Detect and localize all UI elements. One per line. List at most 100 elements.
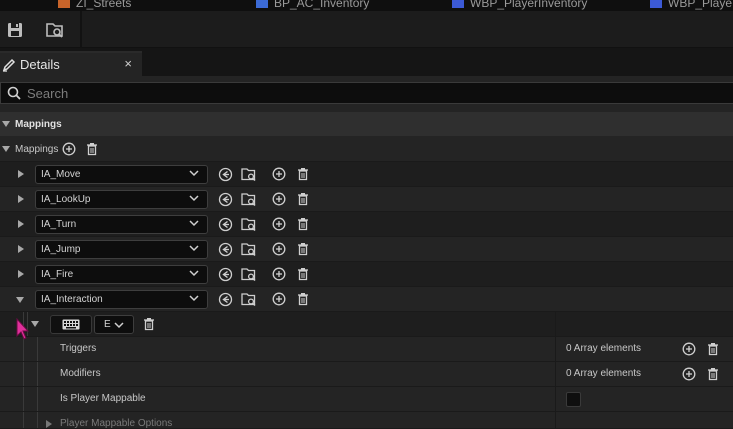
- use-selected-asset-icon[interactable]: [217, 241, 233, 257]
- details-tab[interactable]: Details ×: [0, 51, 142, 76]
- expand-arrow-icon[interactable]: [18, 170, 24, 178]
- use-selected-asset-icon[interactable]: [217, 216, 233, 232]
- key-mapping-row: E: [0, 312, 733, 337]
- browse-asset-icon[interactable]: [241, 266, 257, 282]
- doc-tab-wbp-playe[interactable]: WBP_Playe: [650, 0, 732, 10]
- blueprint-icon: [58, 0, 70, 8]
- add-element-icon[interactable]: [271, 266, 287, 282]
- indent-guide: [23, 362, 24, 386]
- expand-arrow-icon[interactable]: [18, 270, 24, 278]
- pencil-icon: [2, 58, 16, 72]
- chevron-down-icon: [189, 244, 199, 255]
- chevron-down-icon: [114, 322, 124, 329]
- mappings-array-row: Mappings: [0, 137, 733, 162]
- widget-blueprint-icon: [452, 0, 464, 8]
- expand-arrow-icon[interactable]: [18, 220, 24, 228]
- doc-tab-zi-streets[interactable]: ZI_Streets: [58, 0, 131, 10]
- add-element-icon[interactable]: [681, 341, 697, 357]
- doc-tab-bp-ac-inventory[interactable]: BP_AC_Inventory: [256, 0, 369, 10]
- widget-blueprint-icon: [650, 0, 662, 8]
- collapse-arrow-icon[interactable]: [2, 146, 10, 152]
- is-player-mappable-checkbox[interactable]: [566, 392, 581, 407]
- trash-icon[interactable]: [295, 241, 311, 257]
- indent-guide: [23, 412, 24, 428]
- input-action-dropdown[interactable]: IA_Jump: [35, 240, 208, 259]
- indent-guide: [23, 387, 24, 411]
- property-value: 0 Array elements: [566, 343, 642, 354]
- property-label: Is Player Mappable: [60, 393, 146, 404]
- expand-arrow-icon[interactable]: [18, 195, 24, 203]
- input-action-value: IA_Turn: [41, 219, 77, 230]
- panel-tab-bar: Details ×: [0, 48, 733, 76]
- save-button[interactable]: [4, 19, 26, 41]
- use-selected-asset-icon[interactable]: [217, 266, 233, 282]
- value-column-divider: [555, 387, 556, 411]
- toolbar-separator: [80, 11, 82, 48]
- details-tab-label: Details: [20, 57, 60, 72]
- mapping-row: IA_Fire: [0, 262, 733, 287]
- trash-icon[interactable]: [295, 216, 311, 232]
- chevron-down-icon: [189, 269, 199, 280]
- mapping-row: IA_Turn: [0, 212, 733, 237]
- section-header-mappings[interactable]: Mappings: [0, 112, 733, 136]
- indent-guide: [37, 412, 38, 428]
- input-action-dropdown[interactable]: IA_Fire: [35, 265, 208, 284]
- doc-tab-wbp-playerinventory[interactable]: WBP_PlayerInventory: [452, 0, 587, 10]
- trash-icon[interactable]: [295, 166, 311, 182]
- browse-asset-icon[interactable]: [241, 216, 257, 232]
- add-element-icon[interactable]: [271, 166, 287, 182]
- input-action-value: IA_LookUp: [41, 194, 91, 205]
- expand-arrow-icon[interactable]: [18, 245, 24, 253]
- browse-asset-icon[interactable]: [241, 241, 257, 257]
- property-value: 0 Array elements: [566, 368, 642, 379]
- value-column-divider: [555, 312, 556, 336]
- blueprint-icon: [256, 0, 268, 8]
- use-selected-asset-icon[interactable]: [217, 166, 233, 182]
- save-icon: [8, 23, 22, 37]
- browse-asset-icon[interactable]: [241, 166, 257, 182]
- trash-icon[interactable]: [295, 291, 311, 307]
- expand-arrow-icon[interactable]: [46, 420, 52, 428]
- collapse-arrow-icon: [2, 121, 10, 127]
- chevron-down-icon: [189, 294, 199, 305]
- search-icon: [7, 86, 21, 100]
- add-element-icon[interactable]: [271, 291, 287, 307]
- key-dropdown[interactable]: E: [94, 315, 134, 334]
- use-selected-asset-icon[interactable]: [217, 291, 233, 307]
- add-element-icon[interactable]: [681, 366, 697, 382]
- trash-icon[interactable]: [141, 316, 157, 332]
- input-action-value: IA_Move: [41, 169, 81, 180]
- use-selected-asset-icon[interactable]: [217, 191, 233, 207]
- add-element-icon[interactable]: [61, 141, 77, 157]
- indent-guide: [37, 387, 38, 411]
- search-box[interactable]: [0, 82, 733, 104]
- browse-in-content-browser-icon: [46, 23, 63, 38]
- trash-icon[interactable]: [295, 266, 311, 282]
- key-selector-button[interactable]: [50, 315, 92, 334]
- input-action-value: IA_Fire: [41, 269, 74, 280]
- collapse-arrow-icon[interactable]: [16, 297, 24, 303]
- add-element-icon[interactable]: [271, 191, 287, 207]
- search-input[interactable]: [27, 85, 627, 101]
- input-action-dropdown[interactable]: IA_Turn: [35, 215, 208, 234]
- add-element-icon[interactable]: [271, 216, 287, 232]
- trash-icon[interactable]: [705, 341, 721, 357]
- property-label: Modifiers: [60, 368, 101, 379]
- keyboard-icon: [62, 319, 80, 330]
- input-action-dropdown[interactable]: IA_Interaction: [35, 290, 208, 309]
- browse-button[interactable]: [44, 19, 66, 41]
- input-action-value: IA_Jump: [41, 244, 81, 255]
- add-element-icon[interactable]: [271, 241, 287, 257]
- input-action-dropdown[interactable]: IA_Move: [35, 165, 208, 184]
- trash-icon[interactable]: [705, 366, 721, 382]
- mapping-row: IA_LookUp: [0, 187, 733, 212]
- input-action-dropdown[interactable]: IA_LookUp: [35, 190, 208, 209]
- trash-icon[interactable]: [295, 191, 311, 207]
- browse-asset-icon[interactable]: [241, 191, 257, 207]
- toolbar: [0, 11, 733, 48]
- browse-asset-icon[interactable]: [241, 291, 257, 307]
- chevron-down-icon: [189, 219, 199, 230]
- trash-icon[interactable]: [84, 141, 100, 157]
- collapse-arrow-icon[interactable]: [31, 321, 39, 327]
- close-tab-button[interactable]: ×: [124, 56, 132, 71]
